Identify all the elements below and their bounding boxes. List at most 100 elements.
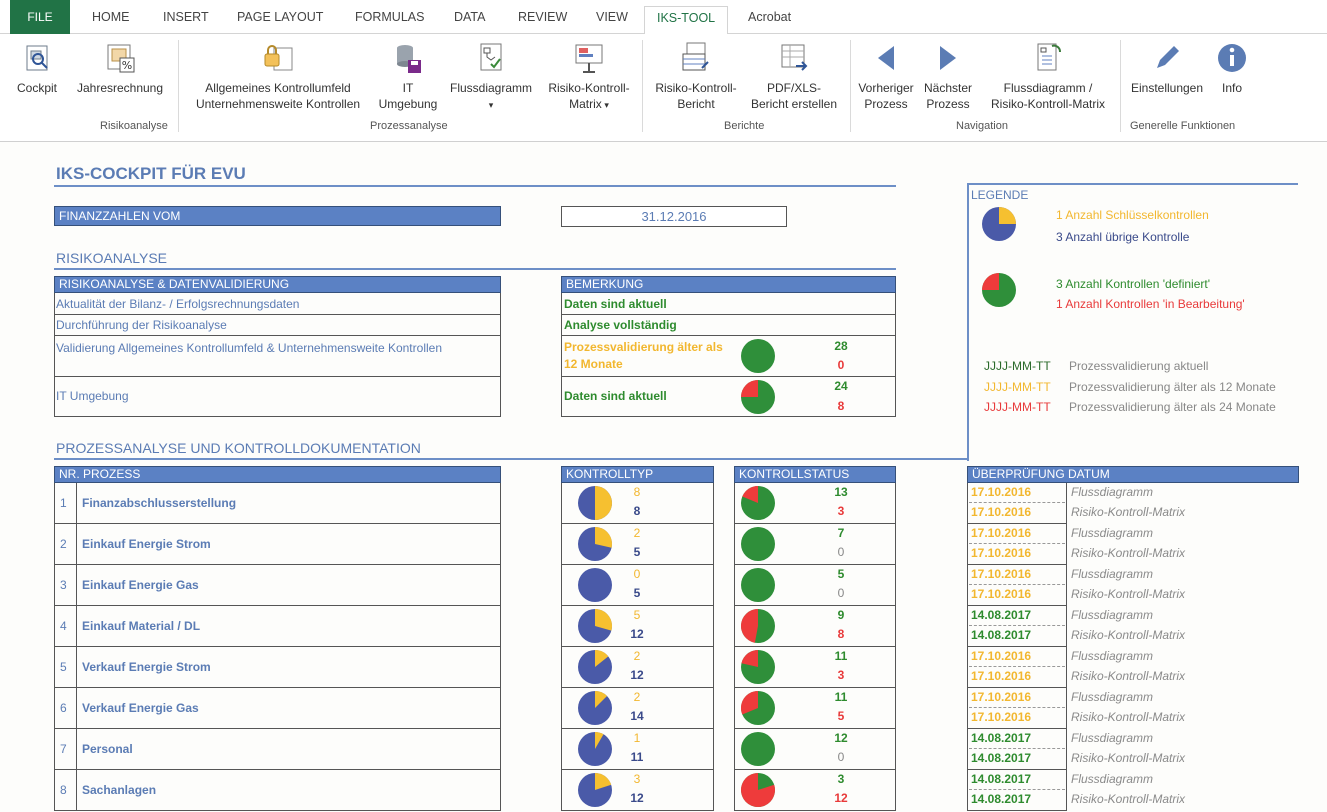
finanzzahlen-date[interactable]: 31.12.2016 — [561, 206, 787, 227]
next-process-button[interactable]: Nächster Prozess — [920, 40, 976, 112]
ra-row-label: IT Umgebung — [56, 389, 129, 403]
tab-acrobat[interactable]: Acrobat — [748, 10, 791, 24]
key-controls-count: 3 — [633, 772, 641, 786]
divider — [969, 748, 1065, 749]
previous-process-button[interactable]: Vorheriger Prozess — [854, 40, 918, 112]
in-progress-count: 0 — [837, 586, 845, 600]
rkm-link[interactable]: Risiko-Kontroll-Matrix — [1071, 628, 1185, 642]
process-name[interactable]: Einkauf Energie Strom — [82, 537, 211, 551]
defined-count: 11 — [834, 649, 848, 663]
process-number: 4 — [60, 619, 67, 633]
einstellungen-button[interactable]: Einstellungen — [1124, 40, 1210, 96]
flussdiagramm-link[interactable]: Flussdiagramm — [1071, 485, 1153, 499]
other-controls-count: 14 — [630, 709, 644, 723]
in-progress-count: 12 — [834, 791, 848, 805]
tab-iks-tool[interactable]: IKS-TOOL — [644, 6, 729, 35]
legend-date-current: JJJJ-MM-TT — [984, 359, 1051, 373]
process-name[interactable]: Finanzabschlusserstellung — [82, 496, 236, 510]
divider — [76, 606, 77, 647]
ribbon-tabs: FILE HOME INSERT PAGE LAYOUT FORMULAS DA… — [0, 0, 1327, 35]
tab-review[interactable]: REVIEW — [518, 10, 567, 24]
flussdiagramm-link[interactable]: Flussdiagramm — [1071, 608, 1153, 622]
tab-view[interactable]: VIEW — [596, 10, 628, 24]
kontrolltyp-pie — [578, 568, 612, 602]
divider — [969, 707, 1065, 708]
legend-status-pie — [982, 273, 1016, 307]
rkm-link[interactable]: Risiko-Kontroll-Matrix — [1071, 792, 1185, 806]
process-number: 6 — [60, 701, 67, 715]
kontrolltyp-pie — [578, 609, 612, 643]
flussdiagramm-rkm-button[interactable]: Flussdiagramm / Risiko-Kontroll-Matrix — [980, 40, 1116, 112]
flowchart-icon — [480, 43, 502, 71]
fr-label: Flussdiagramm / — [1003, 81, 1093, 95]
finanzzahlen-label: FINANZZAHLEN VOM — [54, 206, 501, 226]
key-controls-count: 0 — [633, 567, 641, 581]
process-number: 1 — [60, 496, 67, 510]
legend-date-24: JJJJ-MM-TT — [984, 400, 1051, 414]
it-umgebung-button[interactable]: IT Umgebung — [372, 40, 444, 112]
cockpit-button[interactable]: Cockpit — [10, 40, 64, 96]
process-number: 7 — [60, 742, 67, 756]
rkm-link[interactable]: Risiko-Kontroll-Matrix — [1071, 546, 1185, 560]
rkm-link[interactable]: Risiko-Kontroll-Matrix — [1071, 587, 1185, 601]
ribbon: Cockpit % Jahresrechnung Allgemeines Kon… — [0, 34, 1327, 142]
key-controls-count: 2 — [633, 526, 641, 540]
process-name[interactable]: Sachanlagen — [82, 783, 156, 797]
rkm-link[interactable]: Risiko-Kontroll-Matrix — [1071, 751, 1185, 765]
process-name[interactable]: Verkauf Energie Gas — [82, 701, 199, 715]
tab-page-layout[interactable]: PAGE LAYOUT — [237, 10, 323, 24]
review-date: 17.10.2016 — [971, 526, 1032, 540]
process-name[interactable]: Einkauf Material / DL — [82, 619, 200, 633]
ra-remark: Daten sind aktuell — [564, 389, 667, 403]
ra-header: RISIKOANALYSE & DATENVALIDIERUNG — [54, 276, 501, 293]
flussdiagramm-button[interactable]: Flussdiagramm ▾ — [444, 40, 538, 113]
rkm-link[interactable]: Risiko-Kontroll-Matrix — [1071, 710, 1185, 724]
tab-data[interactable]: DATA — [454, 10, 485, 24]
key-controls-count: 1 — [633, 731, 641, 745]
pdf-xls-button[interactable]: PDF/XLS- Bericht erstellen — [742, 40, 846, 112]
other-controls-count: 12 — [630, 791, 644, 805]
flussdiagramm-link[interactable]: Flussdiagramm — [1071, 567, 1153, 581]
presentation-icon — [575, 44, 603, 73]
kontrollstatus-pie — [741, 732, 775, 766]
kontrollstatus-pie — [740, 691, 775, 725]
flussdiagramm-link[interactable]: Flussdiagramm — [1071, 690, 1153, 704]
kontrolltyp-pie — [578, 486, 612, 520]
legend-12-text: Prozessvalidierung älter als 12 Monate — [1069, 380, 1276, 394]
flussdiagramm-link[interactable]: Flussdiagramm — [1071, 731, 1153, 745]
prev-label: Vorheriger — [858, 81, 914, 95]
rkm-link[interactable]: Risiko-Kontroll-Matrix — [1071, 669, 1185, 683]
other-controls-count: 8 — [633, 504, 641, 518]
flussdiagramm-link[interactable]: Flussdiagramm — [1071, 772, 1153, 786]
tab-home[interactable]: HOME — [92, 10, 130, 24]
risiko-kontroll-matrix-button[interactable]: Risiko-Kontroll- Matrix ▾ — [538, 40, 640, 113]
defined-count: 3 — [837, 772, 845, 786]
rkm-link[interactable]: Risiko-Kontroll-Matrix — [1071, 505, 1185, 519]
key-controls-count: 2 — [633, 690, 641, 704]
process-name[interactable]: Einkauf Energie Gas — [82, 578, 199, 592]
divider — [76, 729, 77, 770]
flussdiagramm-link[interactable]: Flussdiagramm — [1071, 526, 1153, 540]
kontrollstatus-col-header: KONTROLLSTATUS — [734, 466, 896, 483]
group-navigation: Navigation — [956, 120, 1008, 132]
review-date: 17.10.2016 — [971, 546, 1032, 560]
review-date: 17.10.2016 — [971, 587, 1032, 601]
divider — [76, 483, 77, 524]
risiko-kontroll-bericht-button[interactable]: Risiko-Kontroll- Bericht — [646, 40, 746, 112]
database-save-icon — [397, 45, 421, 73]
review-date: 14.08.2017 — [971, 731, 1032, 745]
status-pie — [741, 339, 775, 373]
flussdiagramm-link[interactable]: Flussdiagramm — [1071, 649, 1153, 663]
ra-row-label: Durchführung der Risikoanalyse — [56, 318, 227, 332]
tab-insert[interactable]: INSERT — [163, 10, 209, 24]
process-name[interactable]: Verkauf Energie Strom — [82, 660, 211, 674]
divider — [76, 688, 77, 729]
jahresrechnung-button[interactable]: % Jahresrechnung — [70, 40, 170, 96]
process-name[interactable]: Personal — [82, 742, 133, 756]
info-button[interactable]: Info — [1212, 40, 1252, 96]
tab-file[interactable]: FILE — [10, 0, 70, 34]
divider — [54, 185, 896, 187]
kontrollumfeld-button[interactable]: Allgemeines Kontrollumfeld Unternehmensw… — [186, 40, 370, 112]
tab-formulas[interactable]: FORMULAS — [355, 10, 424, 24]
einstellungen-label: Einstellungen — [1130, 81, 1204, 95]
